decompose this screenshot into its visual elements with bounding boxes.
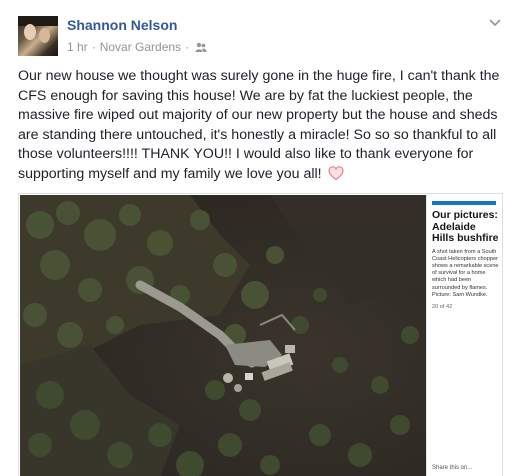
meta-separator-2: ·: [185, 40, 190, 54]
friends-icon[interactable]: [195, 42, 207, 53]
avatar[interactable]: [18, 16, 58, 56]
gallery-title[interactable]: Our pictures: Adelaide Hills bushfire: [432, 209, 499, 245]
chevron-down-icon[interactable]: [488, 16, 502, 28]
post-text: Our new house we thought was surely gone…: [18, 68, 500, 182]
accent-bar: [432, 201, 496, 205]
link-attachment[interactable]: Our pictures: Adelaide Hills bushfire A …: [18, 193, 503, 476]
photo-caption: A shot taken from a South Coast Helicopt…: [432, 248, 499, 298]
facebook-post: Shannon Nelson 1 hr · Novar Gardens · Ou…: [0, 0, 510, 476]
post-body: Our new house we thought was surely gone…: [18, 67, 503, 185]
meta-separator: ·: [91, 40, 96, 54]
location-link[interactable]: Novar Gardens: [100, 40, 181, 54]
post-meta: 1 hr · Novar Gardens ·: [67, 40, 207, 54]
gallery-sidebar: Our pictures: Adelaide Hills bushfire A …: [426, 195, 502, 476]
photo-counter: 20 of 42: [432, 303, 453, 310]
heart-icon: [327, 165, 344, 181]
timestamp[interactable]: 1 hr: [67, 40, 88, 54]
share-link[interactable]: Share this on...: [432, 465, 472, 471]
author-name[interactable]: Shannon Nelson: [67, 17, 177, 33]
aerial-bushfire-photo[interactable]: [20, 195, 426, 476]
